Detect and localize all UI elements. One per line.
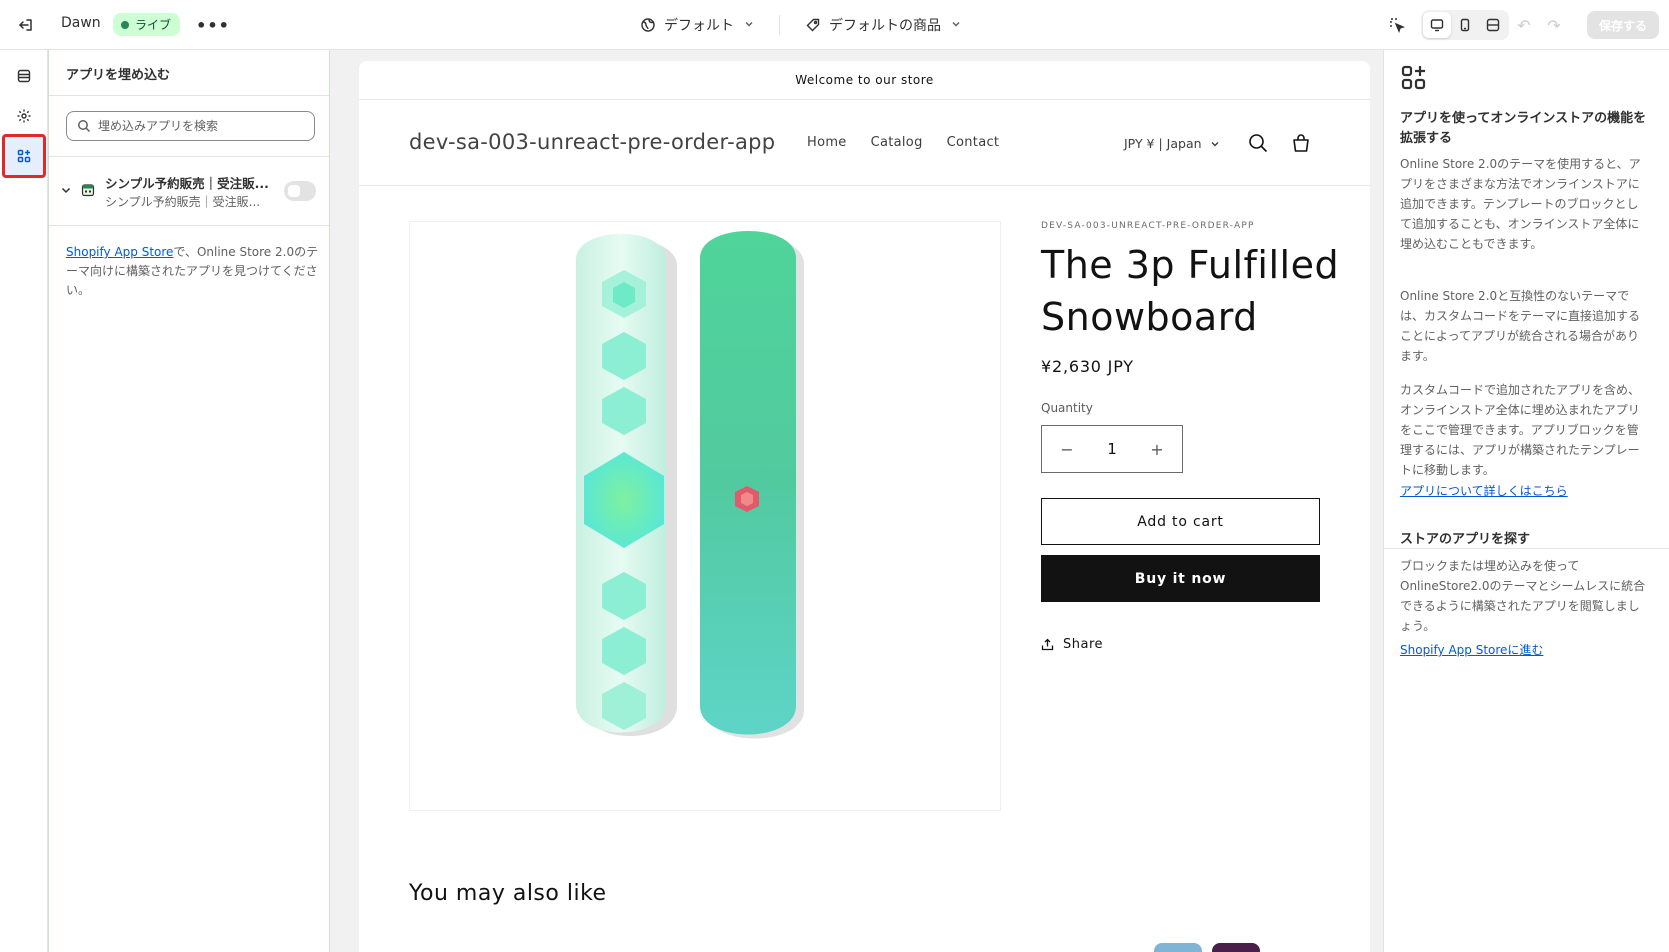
product-price: ¥2,630 JPY (1041, 357, 1134, 376)
add-to-cart-button[interactable]: Add to cart (1041, 498, 1320, 545)
decrease-quantity-button[interactable]: − (1057, 440, 1077, 459)
chevron-down-icon (951, 19, 961, 32)
quantity-value[interactable]: 1 (1107, 440, 1117, 458)
buy-now-button[interactable]: Buy it now (1041, 555, 1320, 602)
sidebar-title: アプリを埋め込む (66, 68, 171, 83)
editor-rail (0, 50, 48, 952)
nav-item-contact[interactable]: Contact (947, 135, 1000, 150)
theme-settings-gear-icon[interactable] (4, 96, 44, 136)
template-selectors: デフォルト デフォルトの商品 (640, 13, 961, 37)
panel-heading: ストアのアプリを探す (1400, 532, 1531, 547)
inspector-icon[interactable] (1383, 11, 1411, 39)
currency-selector[interactable]: JPY ¥ | Japan (1124, 136, 1220, 151)
live-status-badge: ライブ (113, 13, 181, 36)
chevron-down-icon (1211, 141, 1219, 146)
mobile-view-icon[interactable] (1451, 12, 1479, 38)
app-embed-item[interactable]: シンプル予約販売｜受注販... シンプル予約販売｜受注販... (49, 157, 329, 225)
panel-paragraph: Online Store 2.0のテーマを使用すると、アプリをさまざまな方法でオ… (1400, 157, 1641, 251)
panel-paragraph: ブロックまたは埋め込みを使ってOnlineStore2.0のテーマとシームレスに… (1400, 559, 1646, 633)
status-badge-label: ライブ (135, 18, 172, 32)
app-embeds-icon (1401, 65, 1426, 90)
search-icon (78, 120, 91, 133)
quantity-label: Quantity (1041, 401, 1093, 415)
divider (49, 95, 329, 96)
storefront-preview: Welcome to our store dev-sa-003-unreact-… (359, 61, 1370, 952)
share-icon (1041, 638, 1054, 651)
shopify-app-store-link[interactable]: Shopify App Store (66, 245, 173, 259)
store-logo-text[interactable]: dev-sa-003-unreact-pre-order-app (409, 130, 775, 154)
snowboard-base-graphic (700, 231, 804, 739)
tag-icon (806, 18, 820, 32)
viewport-switcher (1421, 10, 1509, 40)
cart-icon[interactable] (1290, 132, 1312, 154)
globe-icon (641, 18, 655, 32)
app-embed-name: シンプル予約販売｜受注販... (105, 176, 269, 191)
related-product-thumbnail[interactable] (1212, 943, 1260, 952)
product-select-label: デフォルトの商品 (829, 18, 941, 34)
more-actions-icon[interactable]: ••• (196, 12, 229, 38)
sections-icon[interactable] (4, 56, 44, 96)
exit-icon[interactable] (14, 13, 38, 37)
save-button[interactable]: 保存する (1587, 11, 1659, 39)
chevron-down-icon[interactable] (59, 183, 73, 197)
undo-icon[interactable]: ↶ (1509, 11, 1539, 39)
related-products-heading: You may also like (409, 881, 607, 906)
product-image[interactable] (409, 221, 1001, 811)
divider (779, 15, 780, 35)
desktop-view-icon[interactable] (1423, 12, 1451, 38)
currency-label: JPY ¥ | Japan (1124, 136, 1202, 151)
app-embeds-icon[interactable] (2, 134, 46, 178)
status-dot-icon (121, 20, 129, 29)
shopify-app-store-link[interactable]: Shopify App Storeに進む (1400, 641, 1543, 658)
template-select[interactable]: デフォルト (640, 13, 754, 37)
theme-name: Dawn (61, 15, 101, 31)
increase-quantity-button[interactable]: + (1147, 440, 1167, 459)
app-embed-subtitle: シンプル予約販売｜受注販... (105, 195, 261, 209)
app-embeds-sidebar: アプリを埋め込む シンプル予約販売｜受注販... シンプル予約販売｜受注販...… (48, 50, 330, 952)
divider (49, 225, 329, 226)
share-button[interactable]: Share (1041, 637, 1103, 652)
fullscreen-view-icon[interactable] (1479, 12, 1507, 38)
editor-topbar: Dawn ライブ ••• デフォルト デフォルトの商品 ↶ ↷ 保存する (0, 0, 1669, 50)
redo-icon[interactable]: ↷ (1539, 11, 1569, 39)
app-search-field[interactable] (66, 111, 315, 141)
chevron-down-icon (744, 19, 754, 32)
topbar-actions: ↶ ↷ 保存する (1383, 10, 1659, 40)
main-nav: Home Catalog Contact (807, 135, 999, 150)
nav-item-catalog[interactable]: Catalog (871, 135, 923, 150)
app-store-help-text: Shopify App Storeで、Online Store 2.0のテーマ向… (66, 243, 322, 300)
calendar-app-icon (81, 184, 95, 197)
store-header: dev-sa-003-unreact-pre-order-app Home Ca… (359, 100, 1370, 186)
panel-paragraph: カスタムコードで追加されたアプリを含め、オンラインストア全体に埋め込まれたアプリ… (1400, 383, 1641, 477)
panel-heading: アプリを使ってオンラインストアの機能を拡張する (1400, 111, 1647, 146)
announcement-bar: Welcome to our store (359, 61, 1370, 100)
quantity-stepper: − 1 + (1041, 425, 1183, 473)
nav-item-home[interactable]: Home (807, 135, 847, 150)
product-title: The 3p Fulfilled Snowboard (1041, 243, 1340, 339)
app-info-panel: アプリを使ってオンラインストアの機能を拡張する Online Store 2.0… (1383, 50, 1669, 952)
share-label: Share (1063, 637, 1104, 652)
app-search-input[interactable] (98, 119, 298, 133)
learn-more-apps-link[interactable]: アプリについて詳しくはこちら (1400, 482, 1568, 499)
product-select[interactable]: デフォルトの商品 (805, 13, 961, 37)
related-product-thumbnail[interactable] (1154, 943, 1202, 952)
panel-paragraph: Online Store 2.0と互換性のないテーマでは、カスタムコードをテーマ… (1400, 289, 1641, 363)
search-icon[interactable] (1247, 132, 1269, 154)
product-vendor: DEV-SA-003-UNREACT-PRE-ORDER-APP (1041, 221, 1255, 231)
snowboard-top-graphic (576, 233, 677, 736)
template-select-label: デフォルト (664, 18, 734, 34)
app-embed-toggle[interactable] (284, 181, 316, 201)
